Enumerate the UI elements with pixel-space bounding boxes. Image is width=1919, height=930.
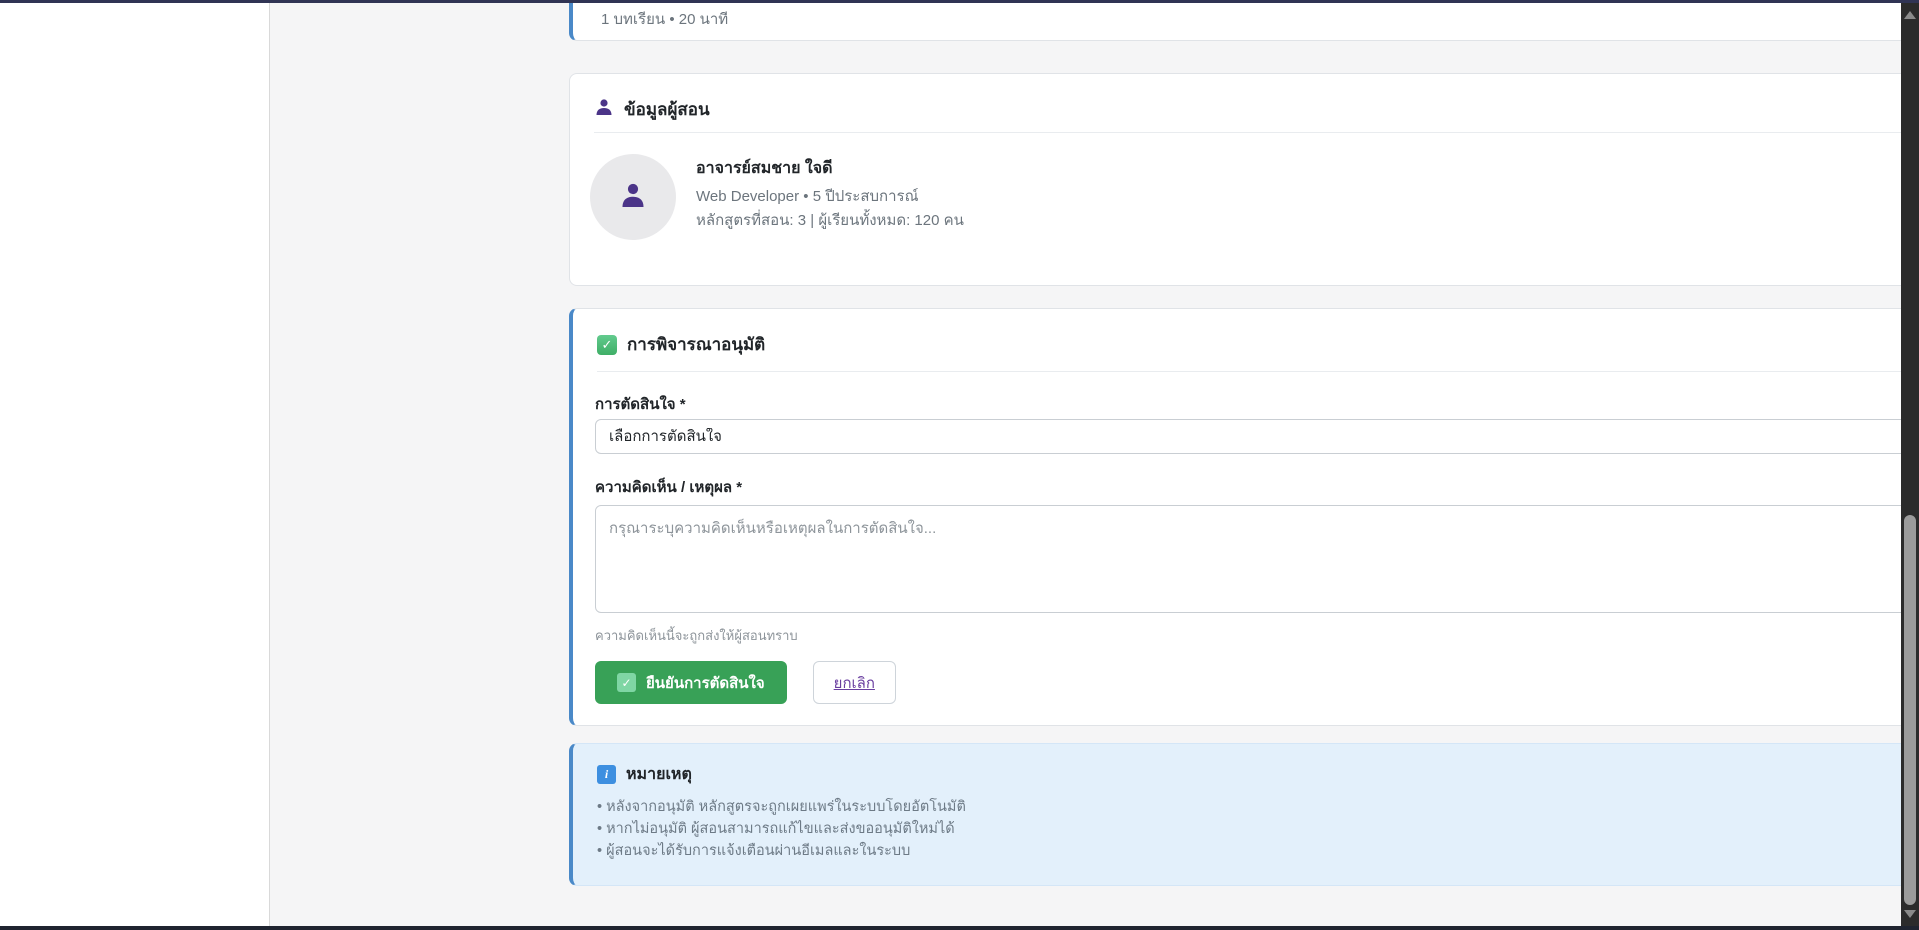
check-icon: ✓ [617,673,636,692]
approval-card: ✓ การพิจารณาอนุมัติ การตัดสินใจ * เลือกก… [569,308,1919,726]
instructor-stats: หลักสูตรที่สอน: 3 | ผู้เรียนทั้งหมด: 120… [696,208,964,232]
info-icon: i [597,765,616,784]
check-icon: ✓ [597,335,617,355]
decision-select[interactable]: เลือกการตัดสินใจ [595,419,1919,454]
note-card-title: หมายเหตุ [626,762,692,787]
lesson-meta-text: 1 บทเรียน • 20 นาที [601,7,728,31]
note-item: • หากไม่อนุมัติ ผู้สอนสามารถแก้ไขและส่งข… [597,818,966,840]
browser-chrome-bottom [0,926,1919,930]
cancel-button[interactable]: ยกเลิก [813,661,896,704]
scrollbar-thumb[interactable] [1904,515,1916,905]
divider [594,132,1919,133]
divider [597,371,1919,372]
action-button-row: ✓ ยืนยันการตัดสินใจ ยกเลิก [595,661,896,704]
left-sidebar [0,3,270,926]
comment-textarea[interactable] [595,505,1919,613]
main-content: 1 บทเรียน • 20 นาที ข้อมูลผู้สอน อาจารย์… [271,3,1901,926]
cancel-button-label: ยกเลิก [834,675,875,692]
avatar-person-icon [618,180,648,215]
comment-label: ความคิดเห็น / เหตุผล * [595,475,742,499]
avatar [590,154,676,240]
confirm-button-label: ยืนยันการตัดสินใจ [646,671,765,695]
note-item: • ผู้สอนจะได้รับการแจ้งเตือนผ่านอีเมลและ… [597,840,966,862]
scroll-down-arrow-icon[interactable] [1904,910,1916,918]
decision-label: การตัดสินใจ * [595,392,686,416]
scroll-up-arrow-icon[interactable] [1904,11,1916,19]
instructor-card-title: ข้อมูลผู้สอน [624,96,710,123]
instructor-info-card: ข้อมูลผู้สอน อาจารย์สมชาย ใจดี Web Devel… [569,73,1919,286]
course-content-card: 1 บทเรียน • 20 นาที [569,0,1919,41]
note-card-header: i หมายเหตุ [597,762,692,787]
approval-card-header: ✓ การพิจารณาอนุมัติ [597,331,765,358]
browser-chrome-top [0,0,1919,3]
note-card: i หมายเหตุ • หลังจากอนุมัติ หลักสูตรจะถู… [569,743,1919,886]
instructor-card-header: ข้อมูลผู้สอน [594,96,710,123]
instructor-name: อาจารย์สมชาย ใจดี [696,156,832,181]
note-list: • หลังจากอนุมัติ หลักสูตรจะถูกเผยแพร่ในร… [597,796,966,862]
vertical-scrollbar[interactable] [1901,3,1919,926]
instructor-role: Web Developer • 5 ปีประสบการณ์ [696,184,919,208]
note-item: • หลังจากอนุมัติ หลักสูตรจะถูกเผยแพร่ในร… [597,796,966,818]
comment-helper-text: ความคิดเห็นนี้จะถูกส่งให้ผู้สอนทราบ [595,625,798,646]
approval-card-title: การพิจารณาอนุมัติ [627,331,765,358]
confirm-decision-button[interactable]: ✓ ยืนยันการตัดสินใจ [595,661,787,704]
person-icon [594,97,614,122]
